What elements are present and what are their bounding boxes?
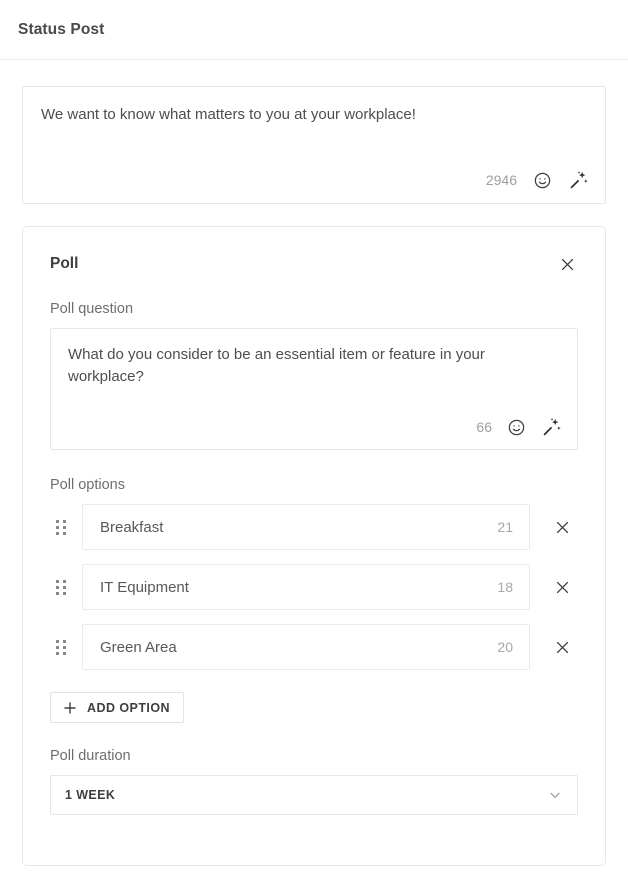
poll-duration-value: 1 WEEK <box>65 788 116 802</box>
poll-option-input[interactable]: IT Equipment 18 <box>82 564 530 610</box>
close-icon[interactable] <box>556 253 578 275</box>
composer-toolbar: 2946 <box>486 169 589 191</box>
smiley-face-icon[interactable] <box>531 169 553 191</box>
chevron-down-icon[interactable] <box>547 787 563 803</box>
magic-wand-sparkles-icon[interactable] <box>540 416 562 438</box>
poll-option-row: IT Equipment 18 <box>50 564 578 610</box>
poll-question-input[interactable]: What do you consider to be an essential … <box>50 328 578 450</box>
poll-option-input[interactable]: Breakfast 21 <box>82 504 530 550</box>
app-header: Status Post <box>0 0 628 60</box>
poll-title: Poll <box>50 255 79 272</box>
poll-question-char-count: 66 <box>476 419 492 435</box>
drag-handle-icon[interactable] <box>50 519 72 535</box>
poll-option-count: 21 <box>497 519 513 535</box>
close-icon[interactable] <box>546 631 578 663</box>
poll-question-toolbar: 66 <box>476 416 562 438</box>
close-icon[interactable] <box>546 511 578 543</box>
poll-duration-block: Poll duration 1 WEEK <box>50 748 578 815</box>
poll-option-count: 20 <box>497 639 513 655</box>
status-text[interactable]: We want to know what matters to you at y… <box>41 104 587 126</box>
poll-option-label[interactable]: Green Area <box>100 639 497 656</box>
page-body: We want to know what matters to you at y… <box>0 86 628 866</box>
status-composer[interactable]: We want to know what matters to you at y… <box>22 86 606 204</box>
poll-option-row: Breakfast 21 <box>50 504 578 550</box>
poll-question-label: Poll question <box>50 301 134 317</box>
add-option-button[interactable]: ADD OPTION <box>50 692 184 723</box>
poll-duration-select[interactable]: 1 WEEK <box>50 775 578 815</box>
smiley-face-icon[interactable] <box>505 416 527 438</box>
status-char-count: 2946 <box>485 172 517 188</box>
poll-option-input[interactable]: Green Area 20 <box>82 624 530 670</box>
drag-handle-icon[interactable] <box>50 639 72 655</box>
poll-options-list: Breakfast 21 IT Equipment 18 Green Area … <box>50 504 578 670</box>
add-option-label: ADD OPTION <box>87 700 170 715</box>
poll-card: Poll Poll question What do you consider … <box>22 226 606 866</box>
poll-header: Poll <box>50 253 578 275</box>
magic-wand-sparkles-icon[interactable] <box>567 169 589 191</box>
plus-icon <box>62 700 78 716</box>
drag-handle-icon[interactable] <box>50 579 72 595</box>
page-title: Status Post <box>18 20 105 38</box>
poll-duration-label: Poll duration <box>50 748 131 764</box>
poll-options-label: Poll options <box>50 477 125 493</box>
poll-option-count: 18 <box>497 579 513 595</box>
poll-option-label[interactable]: Breakfast <box>100 519 497 536</box>
poll-option-row: Green Area 20 <box>50 624 578 670</box>
poll-option-label[interactable]: IT Equipment <box>100 579 497 596</box>
close-icon[interactable] <box>546 571 578 603</box>
poll-question-text[interactable]: What do you consider to be an essential … <box>68 344 560 388</box>
